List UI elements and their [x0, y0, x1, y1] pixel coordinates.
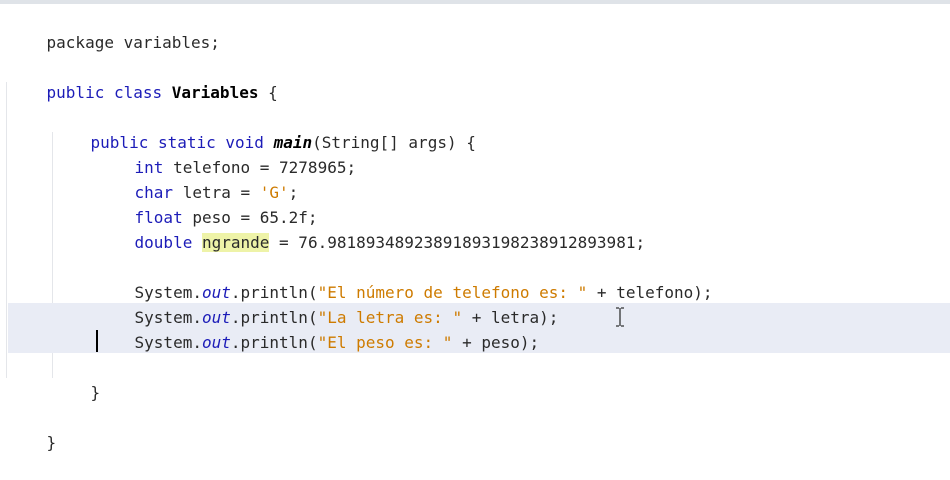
highlighted-identifier: ngrande	[201, 233, 270, 252]
class-keywords: public class	[46, 83, 172, 102]
double-space	[192, 233, 202, 252]
string-literal: "El peso es: "	[317, 333, 453, 352]
fold-guide-class	[6, 82, 7, 378]
text-caret	[96, 330, 98, 352]
class-closing-brace: }	[46, 433, 57, 452]
type-double: double	[134, 233, 193, 252]
i-beam-cursor-icon	[614, 307, 626, 327]
class-brace: {	[258, 83, 278, 102]
out-field: out	[201, 333, 231, 352]
println-args: + telefono);	[587, 283, 713, 302]
double-value: = 76.98189348923891893198238912893981;	[269, 233, 646, 252]
code-line-int[interactable]: int telefono = 7278965;	[96, 130, 357, 177]
code-line-class-close[interactable]: }	[8, 405, 57, 452]
code-line-println-2[interactable]: System.out.println("La letra es: " + let…	[96, 280, 559, 327]
editor-top-border	[0, 0, 950, 4]
code-line-main[interactable]: public static void main(String[] args) {	[52, 105, 476, 152]
system-ref: System.	[134, 333, 202, 352]
code-line-println-3[interactable]: System.out.println("El peso es: " + peso…	[96, 305, 540, 352]
println-call: .println(	[230, 333, 318, 352]
package-statement: package variables;	[46, 33, 220, 52]
code-line-float[interactable]: float peso = 65.2f;	[96, 180, 318, 227]
code-line-class[interactable]: public class Variables {	[8, 55, 278, 102]
class-name: Variables	[171, 83, 259, 102]
code-editor[interactable]: package variables; public class Variable…	[0, 0, 950, 452]
method-closing-brace: }	[90, 383, 101, 402]
code-line-package[interactable]: package variables;	[8, 5, 220, 52]
println-args: + peso);	[452, 333, 540, 352]
code-line-method-close[interactable]: }	[52, 355, 101, 402]
code-line-println-1[interactable]: System.out.println("El número de telefon…	[96, 255, 713, 302]
code-line-double[interactable]: double ngrande = 76.98189348923891893198…	[96, 205, 645, 252]
code-line-char[interactable]: char letra = 'G';	[96, 155, 299, 202]
